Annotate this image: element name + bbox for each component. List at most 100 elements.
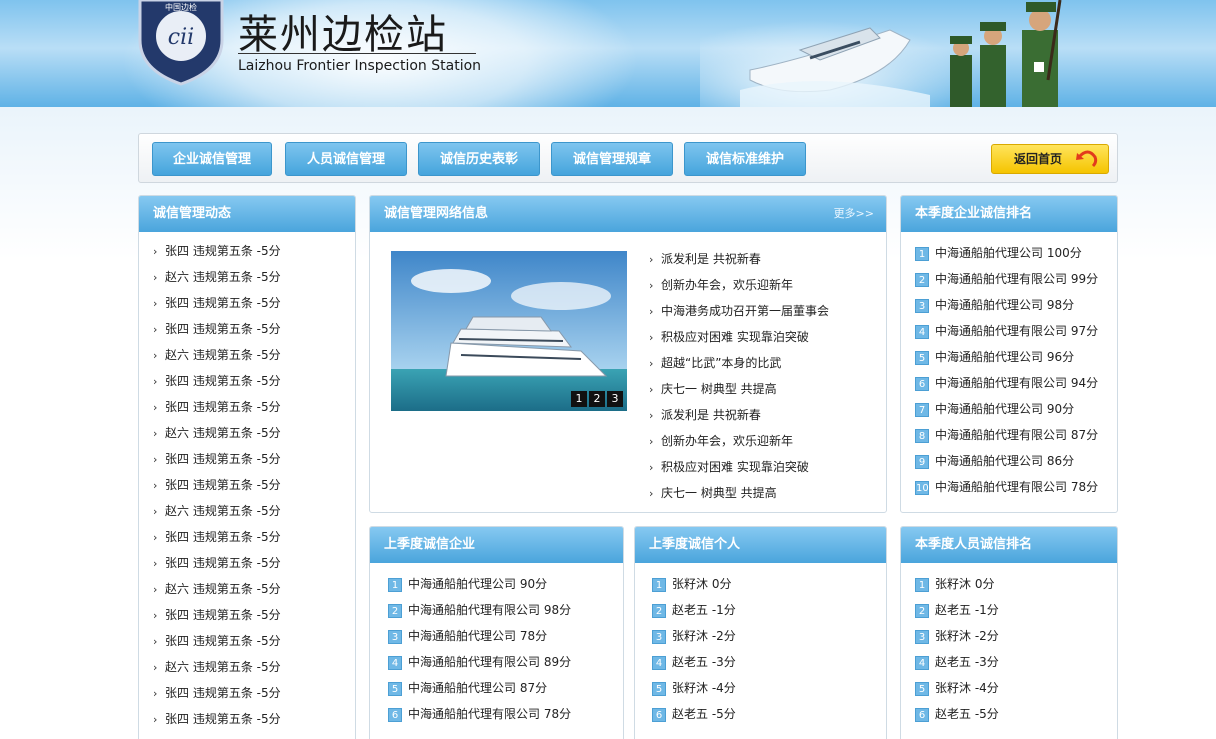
rank-item[interactable]: 5 中海通船舶代理公司 87分 bbox=[388, 675, 613, 701]
rank-number-badge: 4 bbox=[915, 655, 929, 670]
slide-page-1[interactable]: 1 bbox=[571, 391, 587, 407]
list-item[interactable]: › 张四 违规第五条 -5分 bbox=[153, 472, 345, 498]
rank-number-badge: 5 bbox=[388, 681, 402, 696]
list-item[interactable]: › 积极应对困难 实现靠泊突破 bbox=[649, 454, 829, 480]
rank-item[interactable]: 9 中海通船舶代理公司 86分 bbox=[915, 448, 1107, 474]
chevron-right-icon: › bbox=[153, 297, 158, 310]
rank-item[interactable]: 2 中海通船舶代理有限公司 99分 bbox=[915, 266, 1107, 292]
list-item[interactable]: › 超越“比武”本身的比武 bbox=[649, 350, 829, 376]
rank-number-badge: 2 bbox=[388, 603, 402, 618]
rank-item[interactable]: 6 中海通船舶代理有限公司 78分 bbox=[388, 701, 613, 727]
list-item[interactable]: › 庆七一 树典型 共提高 bbox=[649, 480, 829, 506]
list-item[interactable]: › 张四 违规第五条 -5分 bbox=[153, 446, 345, 472]
site-subtitle: Laizhou Frontier Inspection Station bbox=[238, 58, 482, 74]
chevron-right-icon: › bbox=[649, 487, 654, 500]
rank-item[interactable]: 4 中海通船舶代理有限公司 97分 bbox=[915, 318, 1107, 344]
list-item[interactable]: › 赵六 违规第五条 -5分 bbox=[153, 264, 345, 290]
nav-integrity-history[interactable]: 诚信历史表彰 bbox=[418, 142, 540, 176]
rank-item[interactable]: 7 中海通船舶代理公司 90分 bbox=[915, 396, 1107, 422]
rank-item[interactable]: 1 张籽沐 0分 bbox=[915, 571, 1107, 597]
person-rank-list: 1 张籽沐 0分 2 赵老五 -1分 3 张籽沐 -2分 4 赵老五 -3分 5 张籽沐 -4分 6… bbox=[901, 563, 1117, 727]
rank-item[interactable]: 4 赵老五 -3分 bbox=[652, 649, 876, 675]
nav-company-integrity[interactable]: 企业诚信管理 bbox=[152, 142, 272, 176]
list-item[interactable]: › 创新办年会，欢乐迎新年 bbox=[649, 272, 829, 298]
list-item-text: 赵六 违规第五条 -5分 bbox=[165, 426, 281, 440]
chevron-right-icon: › bbox=[153, 635, 158, 648]
list-item[interactable]: › 张四 违规第五条 -5分 bbox=[153, 290, 345, 316]
chevron-right-icon: › bbox=[153, 557, 158, 570]
rank-item[interactable]: 3 张籽沐 -2分 bbox=[915, 623, 1107, 649]
rank-item[interactable]: 8 中海通船舶代理有限公司 87分 bbox=[915, 422, 1107, 448]
list-item[interactable]: › 赵六 违规第五条 -5分 bbox=[153, 342, 345, 368]
list-item[interactable]: › 派发利是 共祝新春 bbox=[649, 402, 829, 428]
more-link[interactable]: 更多>> bbox=[834, 196, 874, 232]
rank-item-text: 张籽沐 0分 bbox=[672, 577, 732, 591]
last-quarter-company-title: 上季度诚信企业 bbox=[370, 527, 623, 563]
chevron-right-icon: › bbox=[153, 505, 158, 518]
rank-item[interactable]: 1 中海通船舶代理公司 90分 bbox=[388, 571, 613, 597]
list-item[interactable]: › 中海港务成功召开第一届董事会 bbox=[649, 298, 829, 324]
last-quarter-company-list: 1 中海通船舶代理公司 90分 2 中海通船舶代理有限公司 98分 3 中海通船舶代理公司… bbox=[370, 563, 623, 727]
rank-item[interactable]: 2 中海通船舶代理有限公司 98分 bbox=[388, 597, 613, 623]
rank-number-badge: 4 bbox=[915, 324, 929, 339]
list-item[interactable]: › 赵六 违规第五条 -5分 bbox=[153, 420, 345, 446]
home-button[interactable]: 返回首页 bbox=[991, 144, 1109, 174]
list-item[interactable]: › 张四 违规第五条 -5分 bbox=[153, 628, 345, 654]
rank-item[interactable]: 1 中海通船舶代理公司 100分 bbox=[915, 240, 1107, 266]
main-nav: 企业诚信管理 人员诚信管理 诚信历史表彰 诚信管理规章 诚信标准维护 返回首页 bbox=[138, 133, 1118, 183]
rank-item[interactable]: 6 中海通船舶代理有限公司 94分 bbox=[915, 370, 1107, 396]
list-item[interactable]: › 张四 违规第五条 -5分 bbox=[153, 680, 345, 706]
slide-page-3[interactable]: 3 bbox=[607, 391, 623, 407]
nav-personnel-integrity[interactable]: 人员诚信管理 bbox=[285, 142, 407, 176]
chevron-right-icon: › bbox=[649, 435, 654, 448]
list-item[interactable]: › 张四 违规第五条 -5分 bbox=[153, 602, 345, 628]
chevron-right-icon: › bbox=[153, 323, 158, 336]
list-item[interactable]: › 张四 违规第五条 -5分 bbox=[153, 394, 345, 420]
rank-item[interactable]: 4 赵老五 -3分 bbox=[915, 649, 1107, 675]
rank-item[interactable]: 6 赵老五 -5分 bbox=[652, 701, 876, 727]
rank-item[interactable]: 2 赵老五 -1分 bbox=[652, 597, 876, 623]
rank-number-badge: 2 bbox=[915, 603, 929, 618]
nav-integrity-standards[interactable]: 诚信标准维护 bbox=[684, 142, 806, 176]
list-item[interactable]: › 赵六 违规第五条 -5分 bbox=[153, 498, 345, 524]
ship-slideshow[interactable]: 123 bbox=[391, 251, 627, 411]
rank-item[interactable]: 5 张籽沐 -4分 bbox=[915, 675, 1107, 701]
rank-item[interactable]: 10 中海通船舶代理有限公司 78分 bbox=[915, 474, 1107, 500]
rank-item[interactable]: 1 张籽沐 0分 bbox=[652, 571, 876, 597]
list-item-text: 张四 违规第五条 -5分 bbox=[165, 686, 281, 700]
list-item[interactable]: › 庆七一 树典型 共提高 bbox=[649, 376, 829, 402]
list-item[interactable]: › 赵六 违规第五条 -5分 bbox=[153, 576, 345, 602]
rank-item[interactable]: 5 张籽沐 -4分 bbox=[652, 675, 876, 701]
list-item-text: 赵六 违规第五条 -5分 bbox=[165, 582, 281, 596]
list-item[interactable]: › 积极应对困难 实现靠泊突破 bbox=[649, 324, 829, 350]
list-item[interactable]: › 张四 违规第五条 -5分 bbox=[153, 368, 345, 394]
list-item[interactable]: › 张四 违规第五条 -5分 bbox=[153, 238, 345, 264]
nav-integrity-rules[interactable]: 诚信管理规章 bbox=[551, 142, 673, 176]
chevron-right-icon: › bbox=[153, 687, 158, 700]
rank-item[interactable]: 3 张籽沐 -2分 bbox=[652, 623, 876, 649]
list-item[interactable]: › 张四 违规第五条 -5分 bbox=[153, 550, 345, 576]
list-item[interactable]: › 赵六 违规第五条 -5分 bbox=[153, 654, 345, 680]
rank-item[interactable]: 3 中海通船舶代理公司 78分 bbox=[388, 623, 613, 649]
list-item-text: 张四 违规第五条 -5分 bbox=[165, 634, 281, 648]
list-item[interactable]: › 张四 违规第五条 -5分 bbox=[153, 706, 345, 732]
list-item-text: 张四 违规第五条 -5分 bbox=[165, 478, 281, 492]
list-item[interactable]: › 创新办年会，欢乐迎新年 bbox=[649, 428, 829, 454]
site-title: 莱州边检站 bbox=[238, 12, 448, 58]
rank-item[interactable]: 3 中海通船舶代理公司 98分 bbox=[915, 292, 1107, 318]
rank-item[interactable]: 2 赵老五 -1分 bbox=[915, 597, 1107, 623]
slide-pager: 123 bbox=[569, 391, 623, 407]
company-rank-list: 1 中海通船舶代理公司 100分 2 中海通船舶代理有限公司 99分 3 中海通船舶代理公… bbox=[901, 232, 1117, 500]
list-item[interactable]: › 张四 违规第五条 -5分 bbox=[153, 316, 345, 342]
speedboat-image bbox=[740, 27, 930, 107]
rank-item[interactable]: 4 中海通船舶代理有限公司 89分 bbox=[388, 649, 613, 675]
list-item[interactable]: › 张四 违规第五条 -5分 bbox=[153, 524, 345, 550]
slide-page-2[interactable]: 2 bbox=[589, 391, 605, 407]
list-item-text: 张四 违规第五条 -5分 bbox=[165, 322, 281, 336]
rank-item[interactable]: 6 赵老五 -5分 bbox=[915, 701, 1107, 727]
chevron-right-icon: › bbox=[649, 279, 654, 292]
rank-item[interactable]: 5 中海通船舶代理公司 96分 bbox=[915, 344, 1107, 370]
list-item[interactable]: › 派发利是 共祝新春 bbox=[649, 246, 829, 272]
list-item-text: 中海港务成功召开第一届董事会 bbox=[661, 304, 830, 318]
rank-number-badge: 3 bbox=[652, 629, 666, 644]
